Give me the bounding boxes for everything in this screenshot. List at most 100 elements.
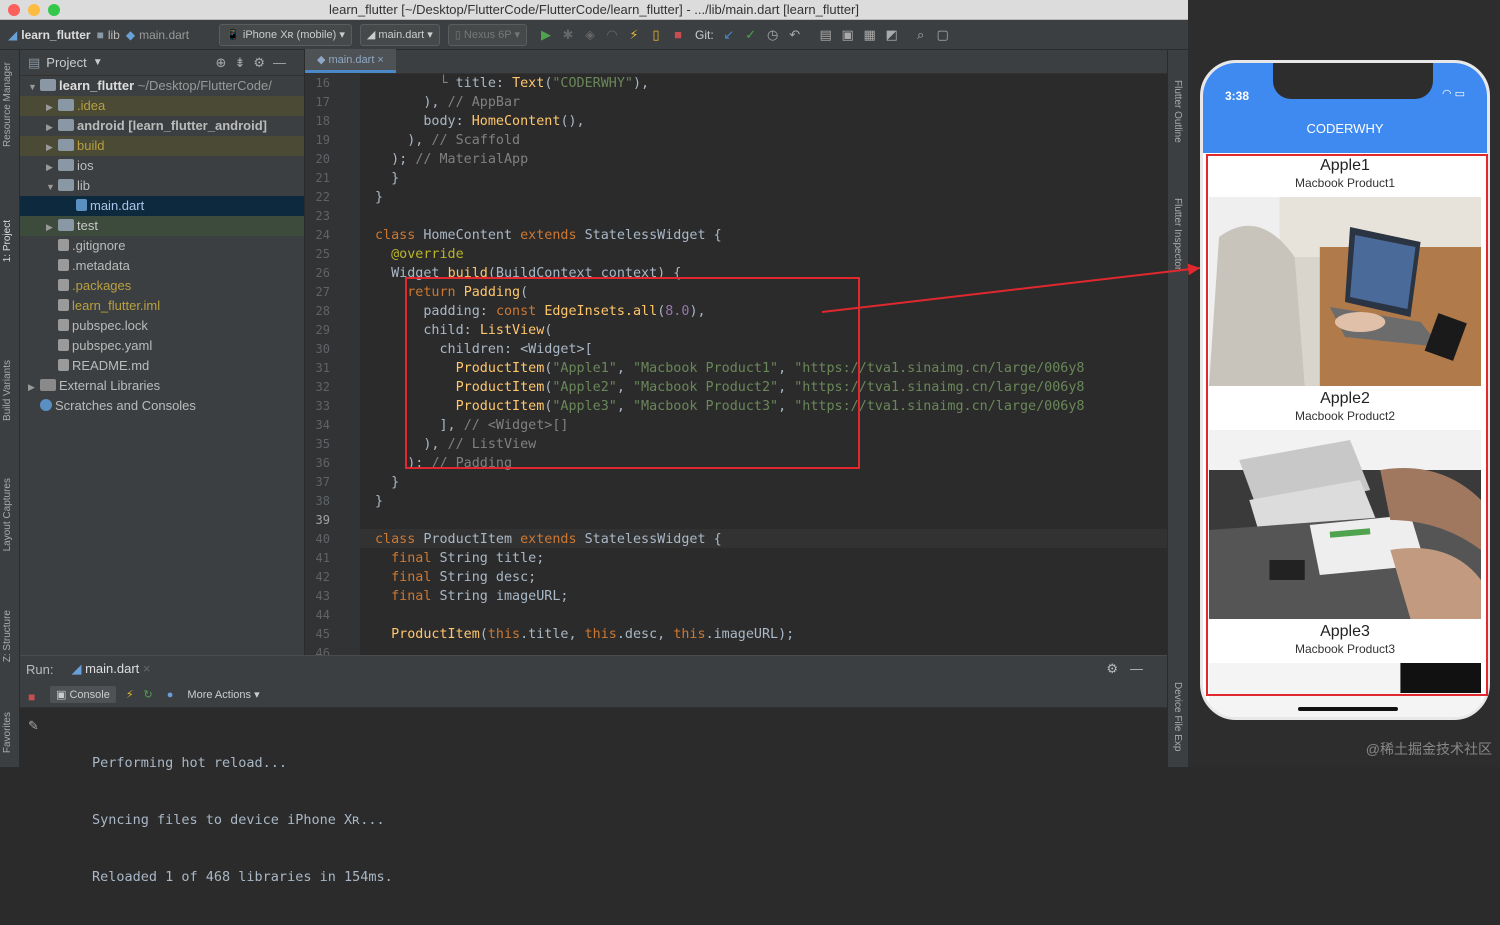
gear-icon[interactable]: ⚙	[253, 55, 273, 70]
locate-icon[interactable]: ⊕	[216, 55, 235, 70]
line-number: 43	[315, 589, 330, 603]
hot-restart-icon[interactable]: ↻	[144, 688, 153, 701]
tree-item[interactable]: ▶ android [learn_flutter_android]	[20, 116, 304, 136]
line-number: 16	[315, 76, 330, 90]
sdk-manager-icon[interactable]: ▦	[860, 27, 880, 43]
pin-icon[interactable]: ✎	[28, 718, 39, 734]
hot-reload-icon[interactable]: ⚡	[126, 688, 134, 701]
product-list[interactable]: Apple1 Macbook Product1 Apple2 Macbook P…	[1203, 153, 1487, 717]
tool-flutter-inspector[interactable]: Flutter Inspector	[1172, 198, 1183, 270]
hide-icon[interactable]: —	[1130, 661, 1155, 676]
item-title: Apple3	[1320, 623, 1370, 640]
tree-item[interactable]: ▶ .idea	[20, 96, 304, 116]
code-line: final String title;	[391, 551, 545, 566]
list-item[interactable]: Apple2 Macbook Product2	[1203, 386, 1487, 619]
console-tab[interactable]: ▣ Console	[50, 686, 116, 703]
line-number: 39	[315, 513, 330, 527]
profile-icon[interactable]: ◠	[602, 27, 622, 43]
chevron-down-icon[interactable]: ▼	[93, 57, 103, 68]
minimize-window-icon[interactable]	[28, 4, 40, 16]
tree-item[interactable]: pubspec.lock	[20, 316, 304, 336]
tool-device-file-explorer[interactable]: Device File Exp	[1172, 682, 1183, 751]
tree-item[interactable]: pubspec.yaml	[20, 336, 304, 356]
tree-item[interactable]: ▶ ios	[20, 156, 304, 176]
scratch-icon	[40, 399, 52, 411]
code-line: @override	[391, 247, 464, 262]
run-config-selector[interactable]: ◢ main.dart ▾	[359, 23, 440, 46]
tree-item[interactable]: ▶ test	[20, 216, 304, 236]
library-icon	[40, 379, 56, 391]
list-item[interactable]: Apple3 Macbook Product3	[1203, 619, 1487, 717]
search-icon[interactable]: ⌕	[911, 27, 931, 43]
tool-favorites[interactable]: Favorites	[2, 712, 13, 753]
code-line: }	[375, 475, 400, 490]
list-item[interactable]: Apple1 Macbook Product1	[1203, 153, 1487, 386]
tool-flutter-outline[interactable]: Flutter Outline	[1172, 80, 1183, 143]
device-selector[interactable]: 📱 iPhone Xʀ (mobile) ▾	[219, 23, 352, 46]
tree-item-label: pubspec.lock	[72, 318, 148, 333]
close-window-icon[interactable]	[8, 4, 20, 16]
line-number: 25	[315, 247, 330, 261]
tree-item-label: lib	[77, 178, 91, 193]
more-actions-button[interactable]: More Actions ▾	[187, 688, 259, 701]
attach-icon[interactable]: ◈	[580, 27, 600, 43]
tree-item[interactable]: .gitignore	[20, 236, 304, 256]
devtools-icon[interactable]: ●	[167, 689, 174, 701]
hide-icon[interactable]: —	[273, 55, 294, 70]
line-number: 31	[315, 361, 330, 375]
tool-resource-manager[interactable]: Resource Manager	[2, 62, 13, 147]
tool-project[interactable]: 1: Project	[2, 220, 13, 262]
collapse-icon[interactable]: ⇟	[234, 55, 253, 70]
breadcrumb-project[interactable]: ◢ learn_flutter	[8, 28, 91, 42]
avd-manager-icon[interactable]: ▣	[838, 27, 858, 43]
code-line: class HomeContent extends StatelessWidge…	[375, 228, 722, 243]
hot-restart-icon[interactable]: ▯	[646, 27, 666, 43]
run-icon[interactable]: ▶	[536, 27, 556, 43]
line-number: 35	[315, 437, 330, 451]
console-output[interactable]: Performing hot reload... Syncing files t…	[92, 716, 393, 925]
tree-root[interactable]: ▼ learn_flutter ~/Desktop/FlutterCode/	[20, 76, 304, 96]
tool-build-variants[interactable]: Build Variants	[2, 360, 13, 421]
debug-icon[interactable]: ✱	[558, 27, 578, 43]
project-view-selector[interactable]: Project	[46, 55, 86, 70]
line-number: 27	[315, 285, 330, 299]
breadcrumb-file[interactable]: ◆ main.dart	[126, 28, 189, 42]
tree-item[interactable]: main.dart	[20, 196, 304, 216]
tree-item[interactable]: Scratches and Consoles	[20, 396, 304, 416]
run-tab-main-dart[interactable]: ◢ main.dart ×	[71, 661, 150, 677]
tool-layout-captures[interactable]: Layout Captures	[2, 478, 13, 551]
hot-reload-icon[interactable]: ⚡	[624, 27, 644, 43]
tree-item[interactable]: .metadata	[20, 256, 304, 276]
git-commit-icon[interactable]: ✓	[741, 27, 761, 43]
breadcrumb-lib[interactable]: ■ lib	[97, 28, 120, 42]
project-tree: ▶ .idea ▶ android [learn_flutter_android] ▶ b…	[20, 96, 304, 416]
tree-item[interactable]: .packages	[20, 276, 304, 296]
line-number: 24	[315, 228, 330, 242]
git-update-icon[interactable]: ↙	[719, 27, 739, 43]
zoom-window-icon[interactable]	[48, 4, 60, 16]
emulator-selector[interactable]: ▯ Nexus 6P ▾	[447, 23, 527, 46]
avatar-icon[interactable]: ▢	[933, 27, 953, 43]
tree-item[interactable]: README.md	[20, 356, 304, 376]
tool-structure[interactable]: Z: Structure	[2, 610, 13, 662]
stop-icon[interactable]: ■	[668, 27, 688, 42]
run-label: Run:	[26, 661, 54, 677]
line-number: 19	[315, 133, 330, 147]
line-number: 40	[315, 532, 330, 546]
item-desc: Macbook Product3	[1294, 642, 1396, 656]
flutter-plugin-icon[interactable]: ◩	[882, 27, 902, 43]
code-line: }	[375, 494, 384, 509]
run-panel-header: Run: ◢ main.dart × ⚙—	[20, 656, 1167, 682]
tree-item[interactable]: ▶ build	[20, 136, 304, 156]
tree-item[interactable]: ▼ lib	[20, 176, 304, 196]
history-icon[interactable]: ◷	[763, 27, 783, 43]
gear-icon[interactable]: ⚙	[1106, 661, 1130, 676]
revert-icon[interactable]: ↶	[785, 27, 805, 43]
tree-item[interactable]: ▶ External Libraries	[20, 376, 304, 396]
tab-main-dart[interactable]: ◆ main.dart ×	[305, 49, 396, 73]
tree-item[interactable]: learn_flutter.iml	[20, 296, 304, 316]
stop-icon[interactable]: ■	[28, 690, 35, 704]
simulator-area: 3:38 ◠ ▭ CODERWHY Apple1 Macbook Product…	[1188, 0, 1500, 767]
project-structure-icon[interactable]: ▤	[816, 27, 836, 43]
file-icon	[58, 339, 69, 351]
